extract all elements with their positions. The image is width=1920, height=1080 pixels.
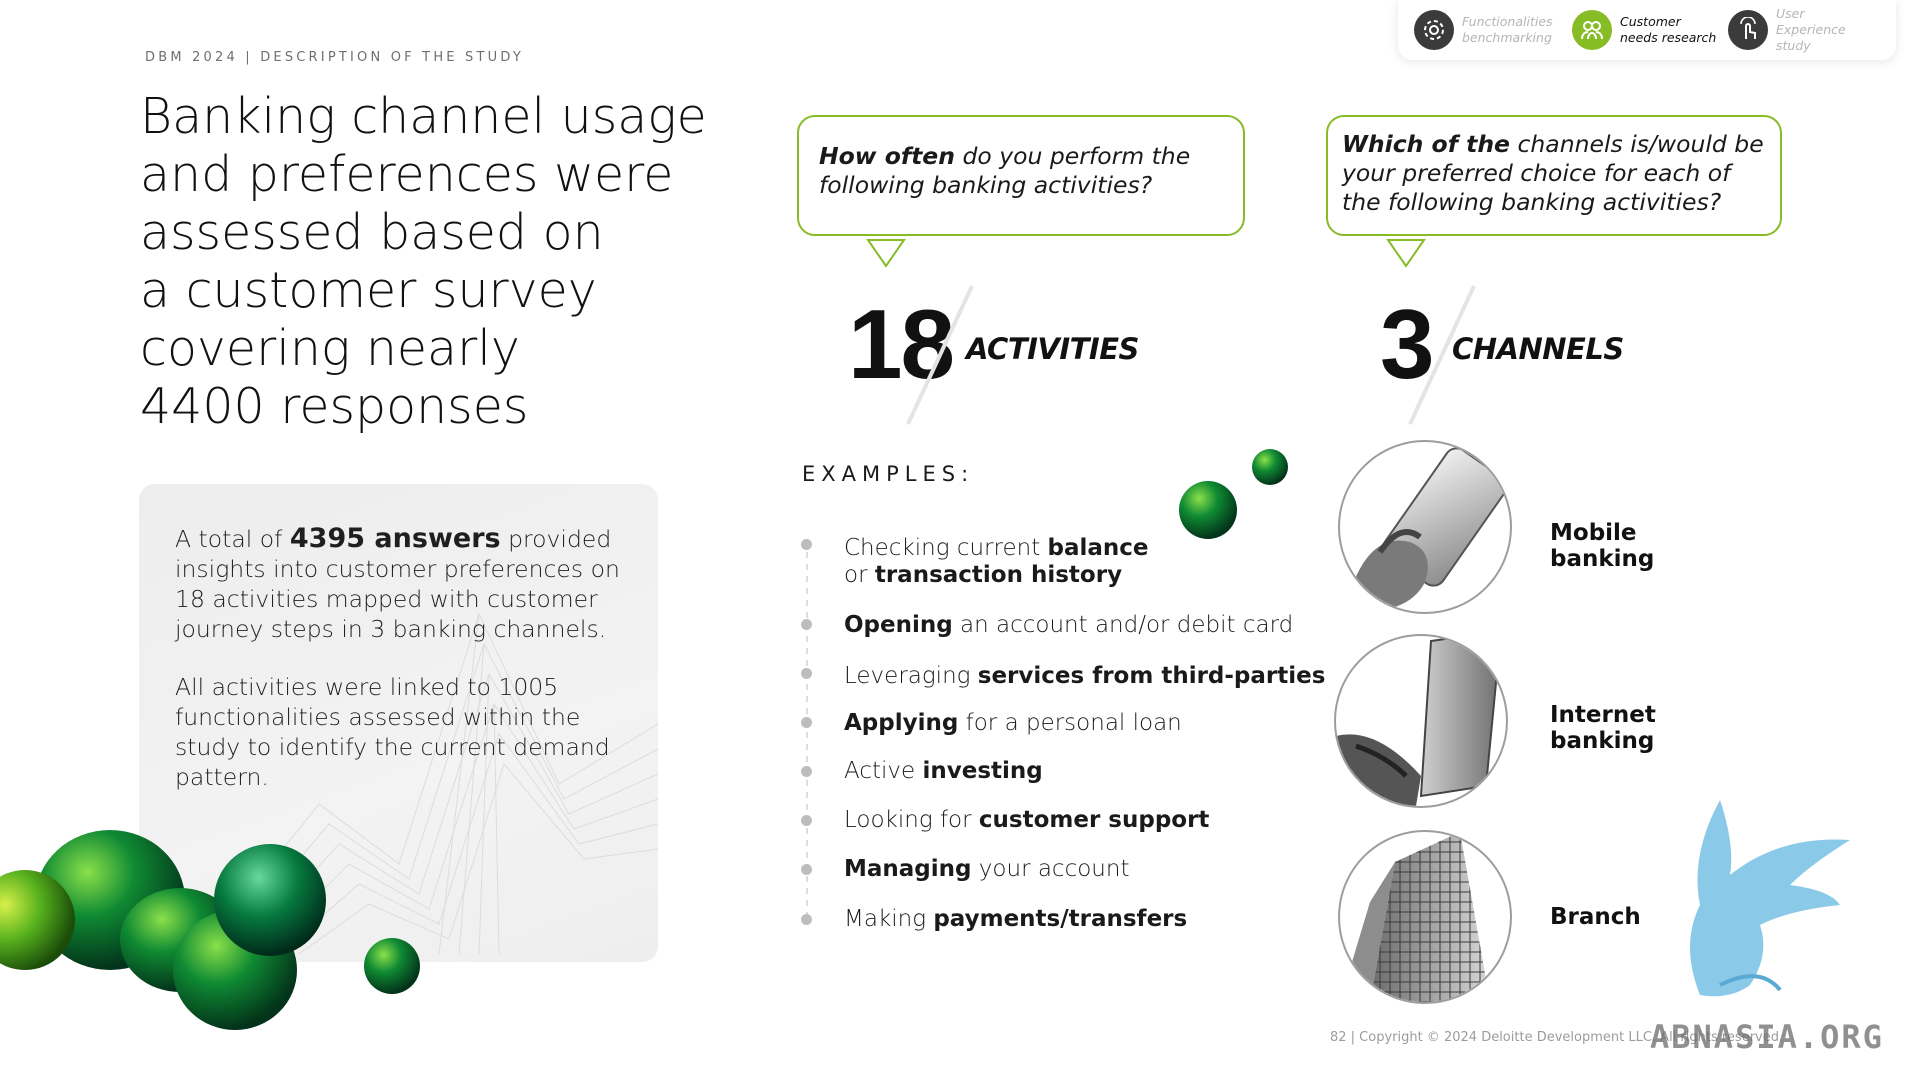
laptop-icon	[1336, 636, 1502, 806]
title-line: and preferences were	[140, 146, 674, 203]
channel-label-line: Internet	[1550, 702, 1656, 728]
example-bold: transaction history	[874, 562, 1123, 588]
example-bold: Managing	[844, 856, 972, 882]
example-item: Active investing	[844, 758, 1043, 785]
channel-label-internet: Internet banking	[1550, 702, 1656, 754]
title-line: a customer survey	[140, 262, 597, 319]
branch-image	[1338, 830, 1512, 1004]
example-text: Looking for	[844, 807, 979, 833]
people-icon	[1572, 10, 1612, 50]
list-bullet	[801, 864, 812, 875]
question-channel: Which of the channels is/would be your p…	[1342, 130, 1770, 217]
example-bold: services from third-parties	[977, 663, 1326, 689]
example-text: Making	[844, 906, 934, 932]
step-user-experience-study[interactable]: User Experience study	[1728, 6, 1876, 53]
question-frequency: How often do you perform the following b…	[819, 142, 1229, 200]
example-bold: payments/transfers	[933, 906, 1188, 932]
example-item: Looking for customer support	[844, 807, 1209, 834]
example-item: Applying for a personal loan	[844, 710, 1182, 737]
channel-label-line: banking	[1550, 728, 1655, 754]
list-bullet	[801, 914, 812, 925]
step-label: Customer needs research	[1620, 14, 1717, 45]
example-item: Making payments/transfers	[844, 906, 1187, 933]
hand-touch-icon	[1728, 10, 1768, 50]
title-line: covering nearly	[140, 320, 520, 377]
example-text: for a personal loan	[958, 710, 1182, 736]
bubble-tail-icon	[1386, 239, 1426, 268]
example-bold: Opening	[844, 612, 953, 638]
list-bullet	[801, 539, 812, 550]
list-bullet	[801, 619, 812, 630]
example-item: Checking current balance or transaction …	[844, 535, 1149, 589]
summary-text: A total of	[175, 525, 283, 553]
small-green-spheres-decoration	[1179, 449, 1288, 539]
step-customer-needs-research[interactable]: Customer needs research	[1572, 8, 1720, 52]
step-functionalities-benchmarking[interactable]: Functionalities benchmarking	[1414, 8, 1562, 52]
title-line: assessed based on	[140, 204, 604, 261]
summary-paragraph-1: A total of 4395 answers provided insight…	[175, 524, 625, 644]
example-text: Checking current	[844, 535, 1048, 561]
watermark-text: ABNASIA.ORG	[1650, 1018, 1884, 1056]
step-label: User Experience study	[1776, 6, 1846, 53]
channel-label-branch: Branch	[1550, 904, 1641, 930]
example-item: Leveraging services from third-parties	[844, 663, 1325, 690]
examples-heading: EXAMPLES:	[802, 462, 975, 486]
building-icon	[1340, 832, 1490, 1002]
channel-label-line: Mobile	[1550, 520, 1637, 546]
section-eyebrow: DBM 2024 | DESCRIPTION OF THE STUDY	[145, 50, 524, 65]
example-item: Managing your account	[844, 856, 1129, 883]
gear-icon	[1414, 10, 1454, 50]
example-text: your account	[971, 856, 1130, 882]
title-line: Banking channel usage	[140, 88, 707, 145]
question-emphasis: Which of the	[1342, 130, 1510, 158]
example-bold: investing	[922, 758, 1043, 784]
list-bullet	[801, 717, 812, 728]
example-item: Opening an account and/or debit card	[844, 612, 1293, 639]
title-line: 4400 responses	[140, 378, 529, 435]
list-bullet	[801, 668, 812, 679]
list-bullet	[801, 766, 812, 777]
bubble-tail-icon	[866, 239, 906, 268]
mobile-banking-image	[1338, 440, 1512, 614]
example-text: Active	[844, 758, 923, 784]
summary-paragraph-2: All activities were linked to 1005 funct…	[175, 673, 610, 791]
channel-label-mobile: Mobile banking	[1550, 520, 1654, 572]
page-title: Banking channel usage and preferences we…	[140, 88, 780, 436]
phone-in-hand-icon	[1350, 447, 1508, 612]
question-emphasis: How often	[819, 142, 955, 170]
study-steps-nav: Functionalities benchmarking Customer ne…	[1398, 0, 1896, 60]
bird-watermark-icon	[1690, 800, 1850, 997]
list-bullet	[801, 815, 812, 826]
example-bold: balance	[1047, 535, 1149, 561]
internet-banking-image	[1334, 634, 1508, 808]
channel-label-line: banking	[1550, 546, 1655, 572]
example-text: or	[844, 562, 875, 588]
step-label: Functionalities benchmarking	[1462, 14, 1553, 45]
example-bold: customer support	[978, 807, 1210, 833]
green-spheres-decoration	[0, 830, 420, 1030]
channels-label: CHANNELS	[1452, 332, 1624, 366]
example-bold: Applying	[844, 710, 959, 736]
example-text: Leveraging	[844, 663, 978, 689]
answers-count: 4395 answers	[289, 523, 501, 554]
activities-label: ACTIVITIES	[966, 332, 1139, 366]
examples-timeline	[806, 540, 808, 920]
example-text: an account and/or debit card	[952, 612, 1294, 638]
